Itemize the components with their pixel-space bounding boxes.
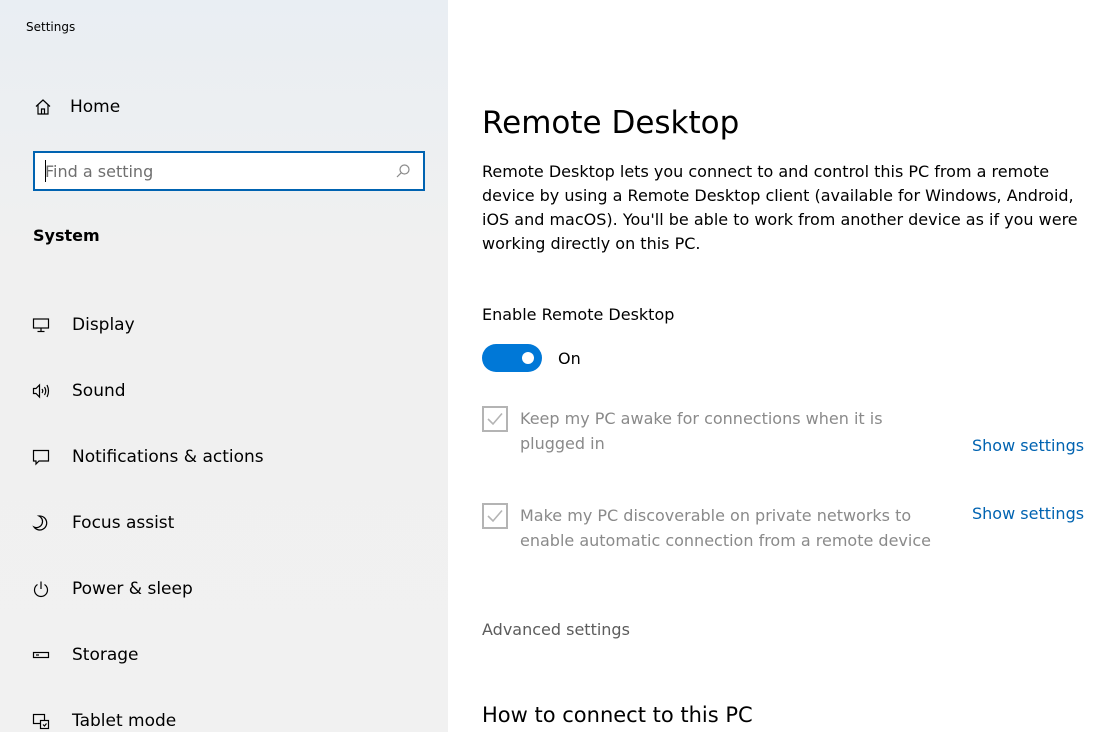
advanced-settings-link[interactable]: Advanced settings <box>482 620 630 639</box>
power-icon <box>30 578 52 600</box>
main-content: Remote Desktop Remote Desktop lets you c… <box>482 0 1100 732</box>
keep-awake-option: Keep my PC awake for connections when it… <box>482 406 950 456</box>
discoverable-checkbox[interactable] <box>482 503 508 529</box>
system-nav-list: Display Sound Notifications & actions Fo… <box>0 292 448 754</box>
notification-icon <box>30 446 52 468</box>
enable-remote-desktop-label: Enable Remote Desktop <box>482 305 675 324</box>
show-settings-link-discoverable[interactable]: Show settings <box>972 504 1084 523</box>
sidebar-item-sound[interactable]: Sound <box>0 358 448 424</box>
storage-icon <box>30 644 52 666</box>
discoverable-option: Make my PC discoverable on private netwo… <box>482 503 950 553</box>
moon-icon <box>30 512 52 534</box>
show-settings-link-awake[interactable]: Show settings <box>972 436 1084 455</box>
section-title: System <box>33 226 100 245</box>
enable-remote-desktop-toggle[interactable]: On <box>482 344 581 372</box>
search-box[interactable] <box>33 151 425 191</box>
sidebar-item-label: Power & sleep <box>72 579 193 599</box>
app-title: Settings <box>26 20 76 34</box>
sidebar-item-power-sleep[interactable]: Power & sleep <box>0 556 448 622</box>
discoverable-text: Make my PC discoverable on private netwo… <box>520 506 931 550</box>
sidebar-item-storage[interactable]: Storage <box>0 622 448 688</box>
toggle-switch[interactable] <box>482 344 542 372</box>
description-text: Remote Desktop lets you connect to and c… <box>482 162 1078 253</box>
keep-awake-text: Keep my PC awake for connections when it… <box>520 409 883 453</box>
sidebar-item-label: Notifications & actions <box>72 447 264 467</box>
sidebar: Settings Home System Display <box>0 0 448 732</box>
text-caret <box>45 160 46 182</box>
sidebar-item-label: Storage <box>72 645 139 665</box>
sidebar-item-focus-assist[interactable]: Focus assist <box>0 490 448 556</box>
home-icon <box>32 96 54 118</box>
sidebar-item-display[interactable]: Display <box>0 292 448 358</box>
sidebar-item-tablet-mode[interactable]: Tablet mode <box>0 688 448 754</box>
search-icon[interactable] <box>391 159 415 183</box>
how-to-connect-heading: How to connect to this PC <box>482 703 753 727</box>
checkmark-icon <box>487 412 503 426</box>
home-nav-item[interactable]: Home <box>32 92 120 122</box>
page-title: Remote Desktop <box>482 104 740 141</box>
sidebar-item-notifications[interactable]: Notifications & actions <box>0 424 448 490</box>
home-label: Home <box>70 97 121 117</box>
checkmark-icon <box>487 509 503 523</box>
speaker-icon <box>30 380 52 402</box>
sidebar-item-label: Sound <box>72 381 126 401</box>
tablet-mode-icon <box>30 710 52 732</box>
keep-awake-checkbox[interactable] <box>482 406 508 432</box>
toggle-state-label: On <box>558 348 581 368</box>
sidebar-item-label: Tablet mode <box>72 711 177 731</box>
sidebar-item-label: Focus assist <box>72 513 175 533</box>
monitor-icon <box>30 314 52 336</box>
sidebar-item-label: Display <box>72 315 135 335</box>
search-input[interactable] <box>35 153 391 189</box>
toggle-knob <box>522 352 534 364</box>
